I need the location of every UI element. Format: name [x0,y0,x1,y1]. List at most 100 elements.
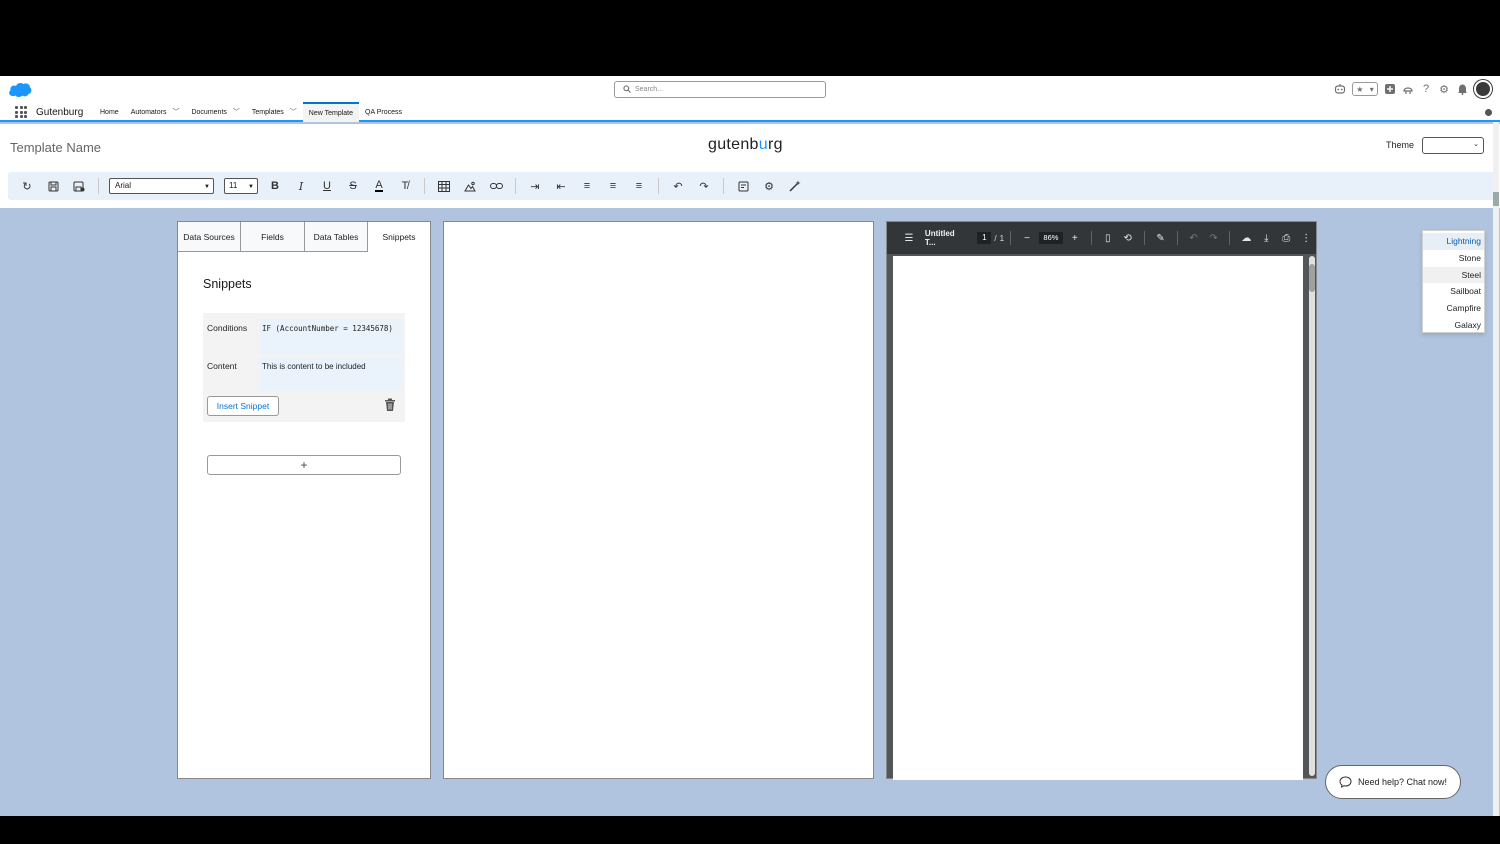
template-name-input[interactable]: Template Name [10,140,101,155]
magic-wand-button[interactable] [782,176,808,196]
editor-canvas[interactable] [443,221,874,779]
undo-button[interactable]: ↶ [665,176,691,196]
outdent-button[interactable]: ⇤ [548,176,574,196]
strikethrough-button[interactable]: S [340,176,366,196]
pdf-menu-icon[interactable]: ☰ [899,228,919,248]
trailhead-icon[interactable] [1402,83,1414,95]
app-name: Gutenburg [36,107,84,118]
text-color-button[interactable]: A [366,176,392,196]
tab-data-sources[interactable]: Data Sources [178,222,241,252]
insert-link-button[interactable] [483,176,509,196]
toolbar-divider [424,178,425,194]
pdf-page-input[interactable]: 1 [977,232,992,244]
theme-option-galaxy[interactable]: Galaxy [1423,317,1484,334]
chevron-down-icon[interactable]: ﹀ [233,107,240,117]
app-launcher-icon[interactable] [15,106,27,118]
salesforce-cloud-icon[interactable] [8,81,32,98]
pdf-page [893,256,1303,780]
theme-option-campfire[interactable]: Campfire [1423,300,1484,317]
pdf-divider [1090,231,1092,245]
nav-item-new-template[interactable]: New Template [302,102,360,122]
align-right-button[interactable]: ≡ [626,176,652,196]
fit-page-icon[interactable]: ▯ [1098,228,1118,248]
annotate-pen-icon[interactable]: ✎ [1151,228,1171,248]
gear-icon: ⚙ [764,180,774,193]
pdf-scrollbar[interactable] [1309,256,1315,776]
tab-data-tables[interactable]: Data Tables [305,222,368,252]
logo-text-prefix: gutenb [708,136,759,153]
pdf-zoom-input[interactable]: 86% [1038,232,1063,244]
app-screen: Search... ★ ▾ ? ⚙ Gutenburg Home Automat… [0,76,1500,816]
strikethrough-icon: S [349,180,357,192]
trash-icon[interactable] [384,398,396,412]
indent-button[interactable]: ⇥ [522,176,548,196]
theme-option-steel[interactable]: Steel [1423,266,1484,284]
page-scrollbar[interactable] [1493,122,1499,816]
global-search-input[interactable]: Search... [614,81,826,98]
bold-button[interactable]: B [262,176,288,196]
clear-format-button[interactable]: T̸ [392,176,418,196]
font-size-select[interactable]: 11 ▼ [224,178,258,194]
theme-option-sailboat[interactable]: Sailboat [1423,283,1484,300]
theme-select[interactable]: ⌄ [1422,137,1484,154]
add-snippet-button[interactable]: + [207,455,401,475]
underline-button[interactable]: U [314,176,340,196]
save-button[interactable] [40,176,66,196]
favorites-dropdown-icon[interactable]: ▾ [1370,85,1374,94]
page-scrollbar-thumb[interactable] [1493,192,1499,206]
nav-item-home[interactable]: Home [94,102,125,122]
content-field[interactable]: This is content to be included [260,357,401,391]
conditions-field[interactable]: IF (AccountNumber = 12345678) [260,319,401,354]
save-to-drive-icon[interactable]: ☁ [1236,228,1256,248]
nav-item-templates[interactable]: Templates ﹀ [246,102,303,122]
pdf-undo-icon[interactable]: ↶ [1184,228,1204,248]
pdf-scrollbar-thumb[interactable] [1309,264,1315,292]
setup-gear-icon[interactable]: ⚙ [1438,83,1450,96]
download-icon[interactable]: ⤓ [1256,228,1276,248]
toolbar-divider [723,178,724,194]
align-left-button[interactable]: ≡ [574,176,600,196]
italic-button[interactable]: I [288,176,314,196]
zoom-out-icon[interactable]: − [1017,228,1037,248]
global-create-icon[interactable] [1384,83,1396,95]
refresh-button[interactable]: ↻ [14,176,40,196]
indent-icon: ⇥ [530,180,540,193]
align-center-icon: ≡ [609,180,617,192]
pdf-preview: ☰ Untitled T... 1 / 1 − 86% + ▯ ⟲ ✎ ↶ ↷ … [886,221,1317,780]
rotate-icon[interactable]: ⟲ [1118,228,1138,248]
settings-button[interactable]: ⚙ [756,176,782,196]
search-icon [623,85,631,93]
more-options-icon[interactable]: ⋮ [1296,228,1316,248]
align-center-button[interactable]: ≡ [600,176,626,196]
user-avatar[interactable] [1474,80,1492,98]
nav-item-qa-process[interactable]: QA Process [359,102,408,122]
preview-button[interactable] [730,176,756,196]
conditions-label: Conditions [207,323,248,333]
save-as-button[interactable] [66,176,92,196]
theme-option-stone[interactable]: Stone [1423,250,1484,267]
chevron-down-icon[interactable]: ﹀ [290,107,297,117]
nav-item-label: Templates [251,108,284,116]
chevron-down-icon[interactable]: ﹀ [172,107,179,117]
favorites-group[interactable]: ★ ▾ [1352,82,1378,96]
tab-snippets[interactable]: Snippets [368,222,430,252]
redo-button[interactable]: ↷ [691,176,717,196]
insert-snippet-button[interactable]: Insert Snippet [207,396,279,416]
info-icon[interactable] [1485,109,1492,116]
nav-item-automators[interactable]: Automators ﹀ [125,102,186,122]
tab-fields[interactable]: Fields [241,222,305,252]
insert-image-button[interactable] [457,176,483,196]
favorite-star-icon[interactable]: ★ [1356,85,1363,94]
print-icon[interactable]: ⎙ [1276,228,1296,248]
chat-now-button[interactable]: Need help? Chat now! [1325,765,1461,799]
font-family-select[interactable]: Arial ▼ [109,178,214,194]
notifications-bell-icon[interactable] [1456,83,1468,95]
theme-option-lightning[interactable]: Lightning [1423,233,1484,250]
agent-icon[interactable] [1334,83,1346,95]
zoom-in-icon[interactable]: + [1065,228,1085,248]
nav-item-documents[interactable]: Documents ﹀ [185,102,245,122]
insert-table-button[interactable] [431,176,457,196]
help-icon[interactable]: ? [1420,83,1432,95]
chevron-down-icon: ▼ [204,184,210,190]
pdf-redo-icon[interactable]: ↷ [1203,228,1223,248]
